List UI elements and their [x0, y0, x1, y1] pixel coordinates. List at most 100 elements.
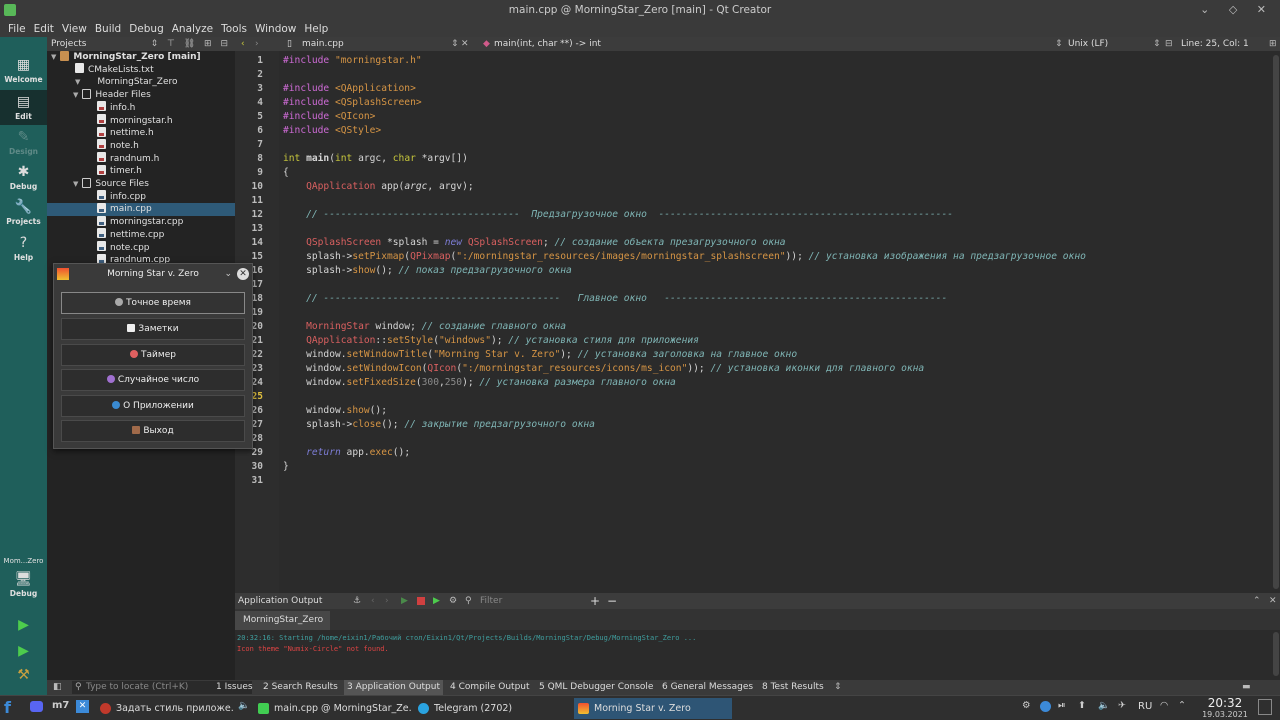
taskbar-browser[interactable]: Задать стиль приложе... — [96, 698, 234, 719]
line-ending-selector[interactable]: Unix (LF) — [1068, 37, 1108, 51]
window-controls[interactable]: ⌄ ◇ ✕ — [1200, 0, 1274, 20]
split-icon[interactable]: ⊟ — [1165, 37, 1173, 51]
back-icon[interactable]: ‹ — [241, 37, 245, 51]
expand-arrow-icon[interactable]: ▼ — [73, 91, 78, 99]
status-tab-general-messages[interactable]: 6 General Messages — [662, 680, 753, 695]
line-ending-dropdown-icon[interactable]: ⇕ — [1153, 37, 1161, 51]
file-dropdown-icon[interactable]: ⇕ — [451, 37, 459, 51]
menu-file[interactable]: File — [4, 23, 30, 35]
menu-view[interactable]: View — [58, 23, 91, 35]
fedora-menu-icon[interactable]: f — [4, 698, 11, 717]
remove-pane-icon[interactable]: − — [607, 593, 617, 609]
progress-toggle-icon[interactable]: ▬ — [1242, 680, 1251, 695]
status-tab-application-output[interactable]: 3 Application Output — [344, 680, 443, 695]
tree-item[interactable]: ▼ Source Files — [73, 177, 235, 191]
minimize-icon[interactable]: ⌄ — [224, 264, 232, 284]
run-button[interactable]: ▶ — [0, 617, 47, 633]
bluetooth-icon[interactable] — [1040, 701, 1051, 712]
output-scrollbar[interactable] — [1272, 630, 1280, 680]
vscode-icon[interactable]: ✕ — [76, 700, 89, 713]
tree-item[interactable]: timer.h — [97, 164, 235, 178]
tree-item[interactable]: info.h — [97, 101, 235, 115]
next-icon[interactable]: › — [385, 593, 389, 609]
tree-item[interactable]: morningstar.h — [97, 114, 235, 128]
app-launcher-icon[interactable]: m7 — [52, 700, 69, 711]
projects-tools[interactable]: ⇕ ⊤ ⛓ ⊞ ⊟ — [151, 37, 231, 51]
maximize-pane-icon[interactable]: ⌃ — [1253, 593, 1261, 609]
settings-icon[interactable]: ⚙ — [449, 593, 457, 609]
menu-window[interactable]: Window — [251, 23, 300, 35]
taskbar-telegram[interactable]: Telegram (2702) — [414, 698, 572, 719]
status-tabs-more-icon[interactable]: ⇕ — [834, 680, 842, 695]
tree-item[interactable]: ▼ MorningStar_Zero — [75, 76, 235, 89]
volume-icon[interactable]: 🔈 — [238, 700, 250, 711]
expand-arrow-icon[interactable]: ▼ — [51, 53, 56, 61]
tree-item[interactable]: CMakeLists.txt — [75, 63, 235, 77]
open-file-name[interactable]: main.cpp — [302, 37, 344, 51]
tray-volume-icon[interactable]: 🔈 — [1098, 700, 1110, 711]
mode-edit[interactable]: ▤ Edit — [0, 90, 47, 125]
status-tab-qml-debugger[interactable]: 5 QML Debugger Console — [539, 680, 653, 695]
output-filter-input[interactable]: Filter — [480, 593, 502, 609]
status-tab-compile-output[interactable]: 4 Compile Output — [450, 680, 530, 695]
close-icon[interactable]: ✕ — [237, 268, 249, 280]
random-number-button[interactable]: Случайное число — [61, 369, 245, 391]
editor-scrollbar[interactable] — [1272, 51, 1280, 593]
taskbar-qtcreator[interactable]: main.cpp @ MorningStar_Ze... — [254, 698, 412, 719]
tree-item[interactable]: note.h — [97, 139, 235, 153]
keyboard-layout[interactable]: RU — [1138, 701, 1152, 712]
close-file-icon[interactable]: ✕ — [461, 37, 469, 51]
debug-rerun-icon[interactable]: ▶ — [433, 593, 440, 609]
cursor-position[interactable]: Line: 25, Col: 1 — [1181, 37, 1249, 51]
mode-help[interactable]: ? Help — [0, 235, 47, 262]
add-pane-icon[interactable]: + — [590, 593, 600, 609]
status-tab-issues[interactable]: 1 Issues — [216, 680, 253, 695]
menu-debug[interactable]: Debug — [125, 23, 168, 35]
tree-item[interactable]: nettime.cpp — [97, 228, 235, 242]
clipboard-icon[interactable]: ⚙ — [1022, 700, 1031, 711]
debug-run-button[interactable]: ▶ — [0, 643, 47, 659]
show-desktop-icon[interactable] — [1258, 699, 1272, 715]
tree-item[interactable]: info.cpp — [97, 190, 235, 204]
mode-projects[interactable]: 🔧 Projects — [0, 199, 47, 226]
network-manager-icon[interactable]: ⬆ — [1078, 700, 1086, 711]
clock-time[interactable]: 20:32 — [1200, 696, 1250, 710]
prev-icon[interactable]: ‹ — [371, 593, 375, 609]
expand-arrow-icon[interactable]: ▼ — [73, 180, 78, 188]
notes-button[interactable]: Заметки — [61, 318, 245, 340]
status-tab-test-results[interactable]: 8 Test Results — [762, 680, 824, 695]
mode-debug[interactable]: ✱ Debug — [0, 164, 47, 191]
stop-icon[interactable] — [417, 597, 425, 605]
symbol-dropdown-icon[interactable]: ⇕ — [1055, 37, 1063, 51]
menu-analyze[interactable]: Analyze — [168, 23, 217, 35]
exit-button[interactable]: Выход — [61, 420, 245, 442]
menu-edit[interactable]: Edit — [30, 23, 58, 35]
build-button[interactable]: ⚒ — [0, 667, 47, 683]
about-button[interactable]: О Приложении — [61, 395, 245, 417]
symbol-selector[interactable]: main(int, char **) -> int — [494, 37, 601, 51]
tree-item[interactable]: main.cpp — [47, 202, 235, 217]
status-tab-search-results[interactable]: 2 Search Results — [263, 680, 338, 695]
tree-item[interactable]: ▼ MorningStar_Zero [main] — [51, 50, 235, 64]
split-view-icon[interactable]: ⊞ — [1269, 37, 1277, 51]
exact-time-button[interactable]: Точное время — [61, 292, 245, 314]
tray-telegram-icon[interactable]: ✈ — [1118, 700, 1126, 711]
attach-icon[interactable]: ⚓ — [353, 593, 361, 609]
menu-help[interactable]: Help — [300, 23, 332, 35]
forward-icon[interactable]: › — [255, 37, 259, 51]
clock-date[interactable]: 19.03.2021 — [1198, 710, 1252, 719]
expand-arrow-icon[interactable]: ▼ — [75, 78, 80, 86]
tree-item[interactable]: randnum.h — [97, 152, 235, 166]
taskbar-morning-star[interactable]: Morning Star v. Zero — [574, 698, 732, 719]
mode-welcome[interactable]: ▦ Welcome — [0, 57, 47, 84]
discord-icon[interactable] — [30, 701, 43, 712]
mode-design[interactable]: ✎ Design — [0, 129, 47, 156]
tree-item[interactable]: ▼ Header Files — [73, 88, 235, 102]
output-pane-title[interactable]: Application Output — [238, 593, 322, 609]
tray-arrow-icon[interactable]: ⌃ — [1178, 700, 1186, 711]
close-pane-icon[interactable]: ✕ — [1269, 593, 1277, 609]
media-icon[interactable]: ⏯ — [1058, 700, 1066, 711]
timer-button[interactable]: Таймер — [61, 344, 245, 366]
tree-item[interactable]: nettime.h — [97, 126, 235, 140]
menu-build[interactable]: Build — [91, 23, 125, 35]
